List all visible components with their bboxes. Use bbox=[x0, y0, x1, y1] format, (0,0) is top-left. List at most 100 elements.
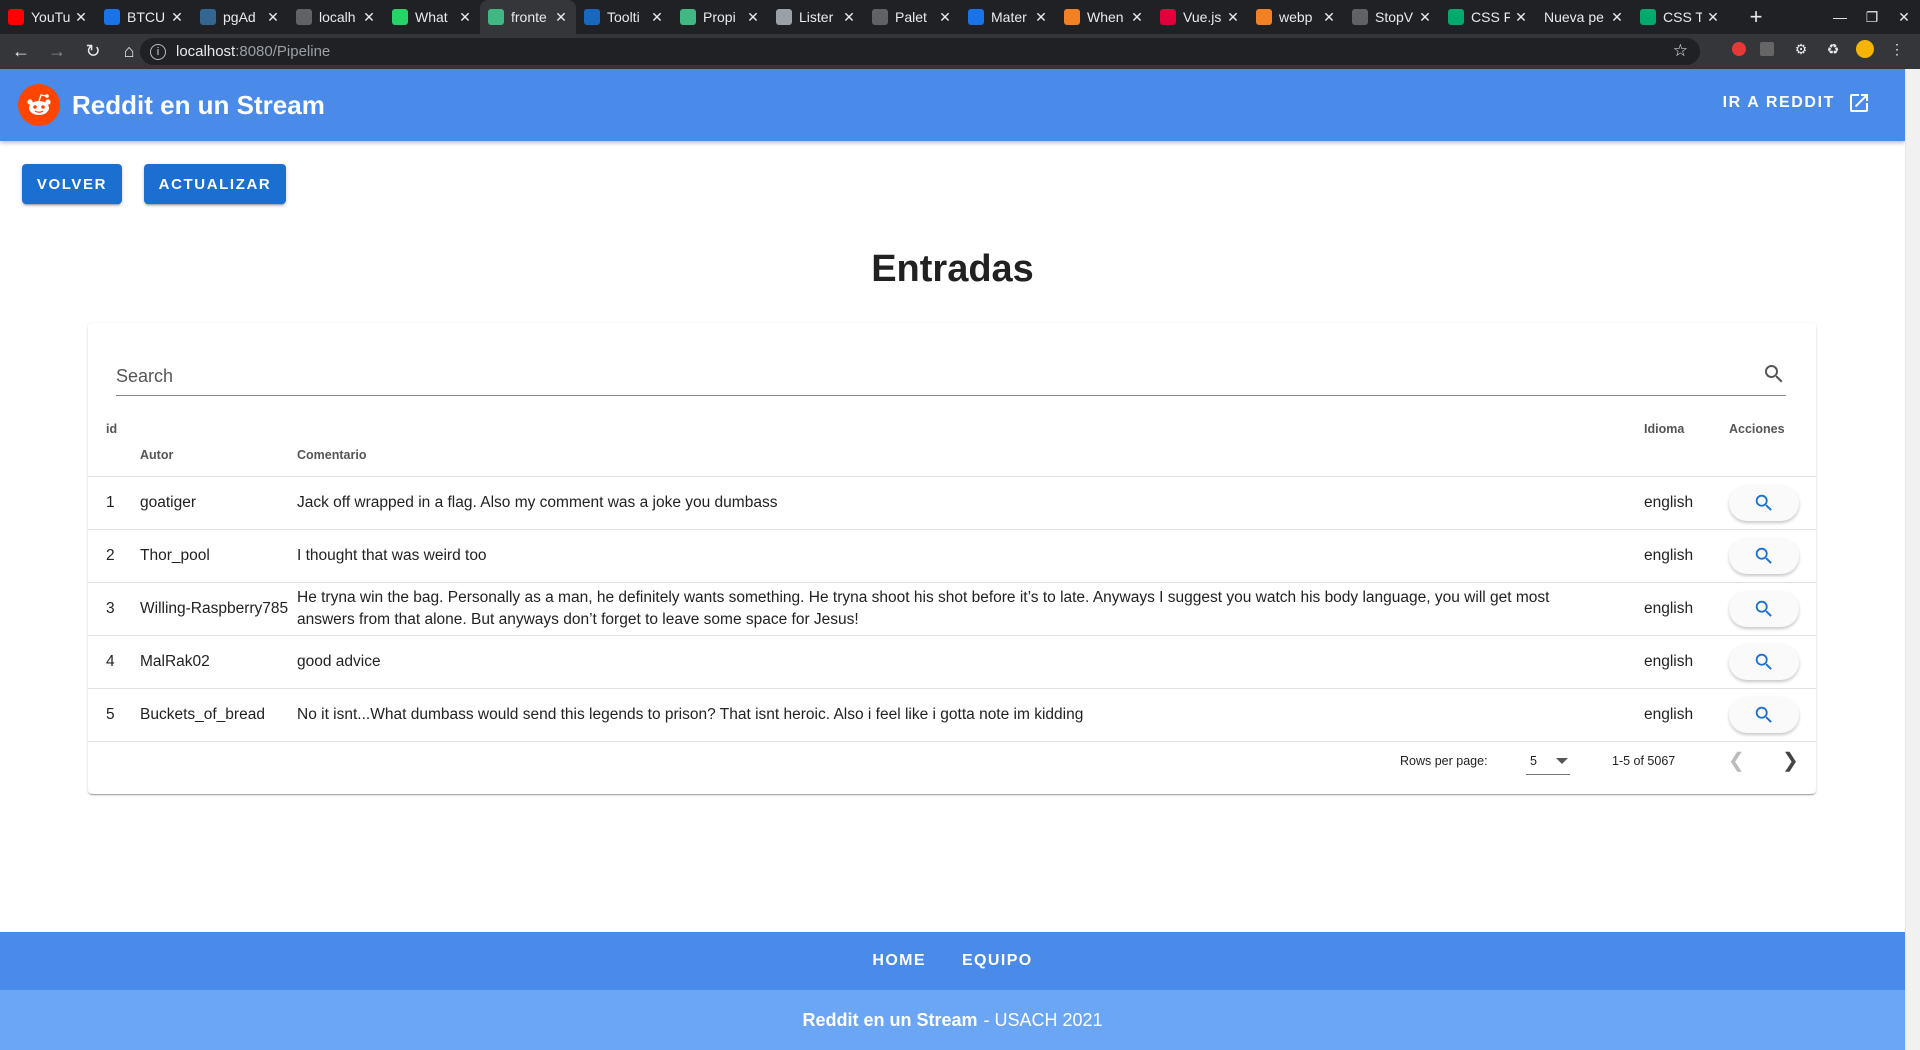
table-row[interactable]: 2 Thor_pool I thought that was weird too en… bbox=[88, 529, 1816, 583]
close-tab-icon[interactable]: ✕ bbox=[842, 9, 856, 26]
browser-tab[interactable]: Lister ✕ bbox=[768, 0, 864, 34]
browser-tab[interactable]: fronte ✕ bbox=[480, 0, 576, 34]
browser-tab-label: Nueva pe bbox=[1544, 9, 1604, 25]
close-tab-icon[interactable]: ✕ bbox=[746, 9, 760, 26]
close-tab-icon[interactable]: ✕ bbox=[1226, 9, 1240, 26]
close-tab-icon[interactable]: ✕ bbox=[458, 9, 472, 26]
window-controls: — ❐ ✕ bbox=[1824, 0, 1920, 34]
view-entry-button[interactable] bbox=[1729, 485, 1799, 521]
address-bar[interactable]: i localhost:8080/Pipeline ☆ bbox=[140, 38, 1700, 65]
browser-menu-icon[interactable]: ⋮ bbox=[1886, 38, 1908, 60]
browser-tab[interactable]: BTCU ✕ bbox=[96, 0, 192, 34]
rows-per-page-label: Rows per page: bbox=[1400, 754, 1488, 768]
search-icon bbox=[1755, 494, 1772, 511]
view-entry-button[interactable] bbox=[1729, 591, 1799, 627]
browser-tab[interactable]: What ✕ bbox=[384, 0, 480, 34]
browser-tab[interactable]: localh ✕ bbox=[288, 0, 384, 34]
extensions-puzzle-icon[interactable]: ♻ bbox=[1822, 38, 1844, 60]
next-page-icon[interactable]: ❯ bbox=[1782, 748, 1799, 773]
close-tab-icon[interactable]: ✕ bbox=[1706, 9, 1720, 26]
footer-equipo-link[interactable]: EQUIPO bbox=[962, 952, 1033, 970]
browser-tab[interactable]: webp ✕ bbox=[1248, 0, 1344, 34]
close-tab-icon[interactable]: ✕ bbox=[1034, 9, 1048, 26]
browser-tab[interactable]: Nueva pe ✕ bbox=[1536, 0, 1632, 34]
app-title[interactable]: Reddit en un Stream bbox=[72, 90, 325, 121]
header-id[interactable]: id bbox=[88, 410, 140, 477]
search-input[interactable]: Search bbox=[116, 355, 1786, 396]
close-tab-icon[interactable]: ✕ bbox=[1130, 9, 1144, 26]
browser-tab[interactable]: CSS T ✕ bbox=[1632, 0, 1728, 34]
rows-per-page-select[interactable]: 5 bbox=[1526, 746, 1570, 775]
previous-page-icon[interactable]: ❮ bbox=[1728, 748, 1745, 773]
restore-icon[interactable]: ❐ bbox=[1856, 0, 1888, 34]
close-tab-icon[interactable]: ✕ bbox=[554, 9, 568, 26]
postgres-icon bbox=[200, 9, 216, 25]
go-to-reddit-link[interactable]: IR A REDDIT bbox=[1723, 91, 1871, 115]
back-button[interactable]: VOLVER bbox=[22, 164, 122, 204]
cloud-icon bbox=[104, 9, 120, 25]
browser-tab[interactable]: Palet ✕ bbox=[864, 0, 960, 34]
header-comentario[interactable]: Comentario bbox=[297, 410, 1644, 477]
minimize-icon[interactable]: — bbox=[1824, 0, 1856, 34]
extension-grey-icon[interactable] bbox=[1756, 38, 1778, 60]
refresh-button[interactable]: ACTUALIZAR bbox=[144, 164, 286, 204]
browser-tab[interactable]: pgAd ✕ bbox=[192, 0, 288, 34]
profile-avatar-icon[interactable] bbox=[1854, 38, 1876, 60]
browser-tab[interactable]: YouTu ✕ bbox=[0, 0, 96, 34]
close-tab-icon[interactable]: ✕ bbox=[266, 9, 280, 26]
forward-arrow-icon[interactable]: → bbox=[42, 37, 72, 67]
close-tab-icon[interactable]: ✕ bbox=[170, 9, 184, 26]
close-tab-icon[interactable]: ✕ bbox=[1514, 9, 1528, 26]
table-row[interactable]: 4 MalRak02 good advice english bbox=[88, 635, 1816, 689]
page-scrollbar[interactable] bbox=[1905, 69, 1920, 1050]
data-table-card: Search id Autor Comentario Idioma Accion… bbox=[88, 323, 1816, 794]
header-autor[interactable]: Autor bbox=[140, 410, 297, 477]
reload-icon[interactable]: ↻ bbox=[78, 37, 108, 67]
search-icon[interactable] bbox=[1762, 362, 1786, 386]
close-tab-icon[interactable]: ✕ bbox=[74, 9, 88, 26]
close-tab-icon[interactable]: ✕ bbox=[1418, 9, 1432, 26]
browser-tab[interactable]: Propi ✕ bbox=[672, 0, 768, 34]
search-placeholder: Search bbox=[116, 366, 174, 386]
close-tab-icon[interactable]: ✕ bbox=[362, 9, 376, 26]
back-arrow-icon[interactable]: ← bbox=[6, 37, 36, 67]
cell-idioma: english bbox=[1644, 635, 1729, 689]
info-icon[interactable]: i bbox=[150, 43, 166, 60]
table-row[interactable]: 1 goatiger Jack off wrapped in a flag. Als… bbox=[88, 476, 1816, 530]
close-tab-icon[interactable]: ✕ bbox=[1322, 9, 1336, 26]
dropdown-arrow-icon bbox=[1556, 758, 1568, 764]
close-tab-icon[interactable]: ✕ bbox=[1610, 9, 1624, 26]
cell-autor: Thor_pool bbox=[140, 529, 297, 583]
footer-home-link[interactable]: HOME bbox=[872, 952, 926, 970]
whatsapp-icon bbox=[392, 9, 408, 25]
new-tab-button[interactable]: + bbox=[1738, 0, 1774, 34]
extension-red-icon[interactable] bbox=[1728, 38, 1750, 60]
stackoverflow-icon bbox=[1256, 9, 1272, 25]
view-entry-button[interactable] bbox=[1729, 697, 1799, 733]
cell-comentario: I thought that was weird too bbox=[297, 529, 1644, 583]
header-acciones: Acciones bbox=[1729, 410, 1816, 477]
close-tab-icon[interactable]: ✕ bbox=[650, 9, 664, 26]
view-entry-button[interactable] bbox=[1729, 644, 1799, 680]
bookmark-star-icon[interactable]: ☆ bbox=[1673, 41, 1688, 61]
browser-tab[interactable]: CSS F ✕ bbox=[1440, 0, 1536, 34]
close-tab-icon[interactable]: ✕ bbox=[938, 9, 952, 26]
extension-gear-icon[interactable]: ⚙ bbox=[1790, 38, 1812, 60]
browser-tab[interactable]: StopV ✕ bbox=[1344, 0, 1440, 34]
tp-icon bbox=[1160, 9, 1176, 25]
table-row[interactable]: 3 Willing-Raspberry785 He tryna win the ba… bbox=[88, 582, 1816, 636]
url-host: localhost bbox=[176, 43, 236, 60]
stackoverflow-icon bbox=[1064, 9, 1080, 25]
cell-acciones bbox=[1729, 529, 1816, 583]
cell-idioma: english bbox=[1644, 582, 1729, 636]
browser-tab[interactable]: Mater ✕ bbox=[960, 0, 1056, 34]
browser-tab[interactable]: When ✕ bbox=[1056, 0, 1152, 34]
view-entry-button[interactable] bbox=[1729, 538, 1799, 574]
close-window-icon[interactable]: ✕ bbox=[1888, 0, 1920, 34]
header-idioma[interactable]: Idioma bbox=[1644, 410, 1729, 477]
browser-tab[interactable]: Toolti ✕ bbox=[576, 0, 672, 34]
youtube-icon bbox=[8, 9, 24, 25]
browser-tab[interactable]: Vue.js ✕ bbox=[1152, 0, 1248, 34]
cell-acciones bbox=[1729, 582, 1816, 636]
browser-tab-label: BTCU bbox=[127, 9, 166, 25]
